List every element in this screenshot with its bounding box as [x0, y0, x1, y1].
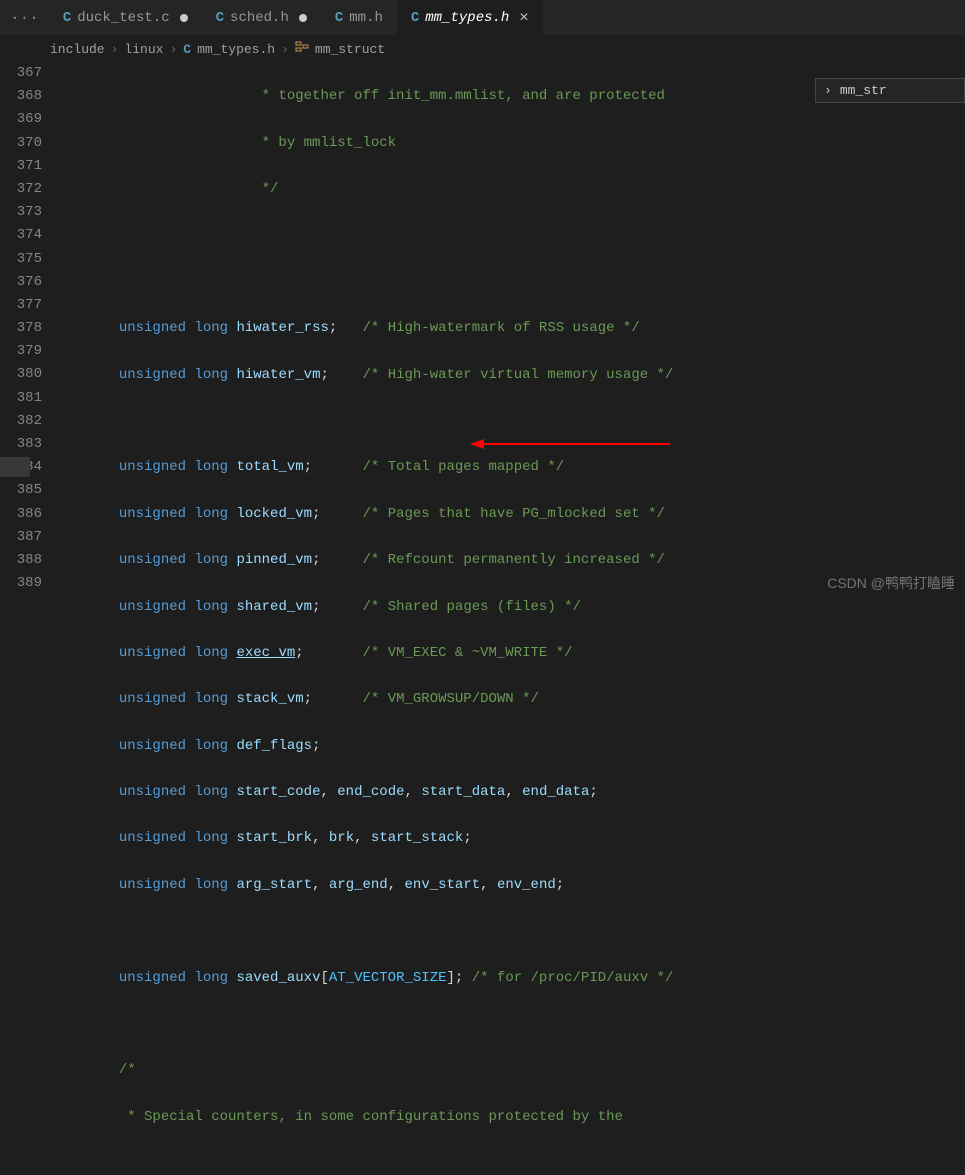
modified-dot-icon — [299, 14, 307, 22]
code-line — [60, 224, 965, 247]
chevron-right-icon: › — [169, 42, 177, 57]
breadcrumb-segment[interactable]: linux — [124, 42, 163, 57]
breadcrumb[interactable]: include › linux › C mm_types.h › mm_stru… — [0, 36, 965, 62]
code-line: */ — [60, 178, 965, 201]
tab-duck-test[interactable]: C duck_test.c — [49, 0, 202, 35]
code-line — [60, 920, 965, 943]
code-line: unsigned long total_vm; /* Total pages m… — [60, 456, 965, 479]
chevron-right-icon: › — [111, 42, 119, 57]
code-line: unsigned long pinned_vm; /* Refcount per… — [60, 549, 965, 572]
code-line: unsigned long def_flags; — [60, 735, 965, 758]
watermark: CSDN @鸭鸭打瞌睡 — [827, 573, 955, 593]
code-line: unsigned long arg_start, arg_end, env_st… — [60, 874, 965, 897]
editor-area[interactable]: 367 368 369 370 371 372 373 374 375 376 … — [0, 62, 965, 599]
code-line: unsigned long stack_vm; /* VM_GROWSUP/DO… — [60, 688, 965, 711]
breadcrumb-file[interactable]: mm_types.h — [197, 42, 275, 57]
c-file-icon: C — [411, 10, 419, 26]
struct-icon — [295, 40, 309, 58]
code-line — [60, 1013, 965, 1036]
tab-bar: ··· C duck_test.c C sched.h C mm.h C mm_… — [0, 0, 965, 36]
modified-dot-icon — [180, 14, 188, 22]
outline-item-label: mm_str — [840, 83, 887, 98]
code-line: unsigned long start_code, end_code, star… — [60, 781, 965, 804]
tab-mm[interactable]: C mm.h — [321, 0, 397, 35]
code-line: unsigned long hiwater_rss; /* High-water… — [60, 317, 965, 340]
c-file-icon: C — [335, 10, 343, 26]
breadcrumb-segment[interactable]: include — [50, 42, 105, 57]
tab-label: mm_types.h — [425, 10, 509, 26]
code-line — [60, 410, 965, 433]
tab-label: mm.h — [349, 10, 383, 26]
code-line: unsigned long locked_vm; /* Pages that h… — [60, 503, 965, 526]
code-line: * by mmlist_lock — [60, 132, 965, 155]
code-line: unsigned long start_brk, brk, start_stac… — [60, 827, 965, 850]
tab-overflow-icon[interactable]: ··· — [0, 9, 49, 27]
tab-sched[interactable]: C sched.h — [202, 0, 321, 35]
c-file-icon: C — [63, 10, 71, 26]
close-icon[interactable]: × — [519, 9, 529, 27]
chevron-right-icon: › — [281, 42, 289, 57]
code-line: unsigned long saved_auxv[AT_VECTOR_SIZE]… — [60, 967, 965, 990]
chevron-right-icon: › — [824, 83, 832, 98]
c-file-icon: C — [183, 42, 191, 57]
line-number-gutter: 367 368 369 370 371 372 373 374 375 376 … — [0, 62, 60, 599]
code-line: /* — [60, 1059, 965, 1082]
code-line: unsigned long exec_vm; /* VM_EXEC & ~VM_… — [60, 642, 965, 665]
c-file-icon: C — [216, 10, 224, 26]
tab-mm-types[interactable]: C mm_types.h × — [397, 0, 543, 35]
tab-label: duck_test.c — [77, 10, 169, 26]
breadcrumb-symbol[interactable]: mm_struct — [315, 42, 385, 57]
code-line: * Special counters, in some configuratio… — [60, 1106, 965, 1129]
outline-panel[interactable]: › mm_str — [815, 78, 965, 103]
code-content[interactable]: * together off init_mm.mmlist, and are p… — [60, 62, 965, 599]
tab-label: sched.h — [230, 10, 289, 26]
code-line: unsigned long hiwater_vm; /* High-water … — [60, 364, 965, 387]
code-line — [60, 271, 965, 294]
gutter-marker — [0, 457, 30, 477]
